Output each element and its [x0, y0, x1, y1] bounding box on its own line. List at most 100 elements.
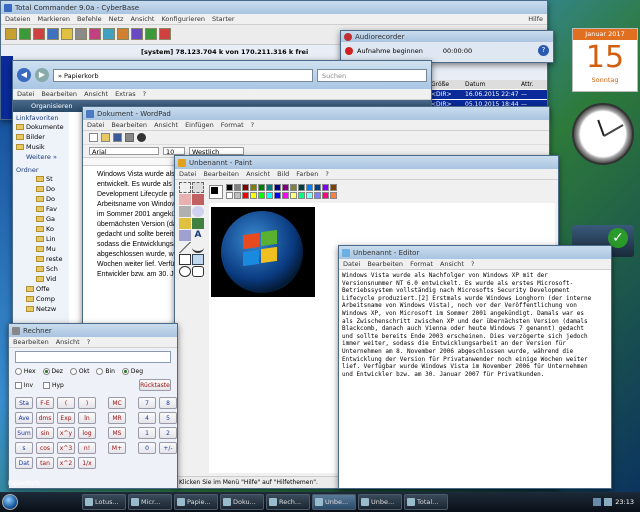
wordpad-menu-item[interactable]: Datei: [87, 121, 104, 129]
tc-menu-item[interactable]: Starter: [212, 15, 235, 23]
paint-menu-item[interactable]: Bearbeiten: [203, 170, 239, 178]
airbrush-tool-icon[interactable]: [179, 230, 191, 241]
toolbar-icon[interactable]: [19, 28, 31, 40]
wordpad-menu-item[interactable]: Einfügen: [185, 121, 214, 129]
taskbar-item[interactable]: Rech...: [266, 494, 310, 510]
paint-menu-item[interactable]: Farben: [296, 170, 318, 178]
folder-item[interactable]: Comp: [16, 294, 66, 304]
folder-item[interactable]: St: [36, 174, 66, 184]
calc-key[interactable]: x^2: [57, 457, 75, 469]
calc-key[interactable]: 7: [138, 397, 156, 409]
calc-key[interactable]: log: [78, 427, 96, 439]
address-bar[interactable]: » Papierkorb: [53, 68, 313, 82]
wordpad-menu-item[interactable]: ?: [251, 121, 254, 129]
tc-col-size[interactable]: Größe: [427, 81, 465, 88]
mode-hex[interactable]: Hex: [15, 368, 36, 375]
editor-menu-item[interactable]: Bearbeiten: [367, 260, 403, 268]
calc-key[interactable]: Sta: [15, 397, 33, 409]
editor-menu-item[interactable]: Format: [410, 260, 433, 268]
calc-menu-item[interactable]: Ansicht: [56, 338, 80, 346]
folders-label[interactable]: Ordner: [16, 166, 66, 174]
calc-key[interactable]: dms: [36, 412, 54, 424]
taskbar-item[interactable]: Unbe...: [358, 494, 402, 510]
calc-key[interactable]: x^3: [57, 442, 75, 454]
taskbar-item[interactable]: Papie...: [174, 494, 218, 510]
line-tool-icon[interactable]: [179, 242, 191, 253]
calc-key[interactable]: s: [15, 442, 33, 454]
toolbar-icon[interactable]: [145, 28, 157, 40]
inv-checkbox[interactable]: Inv: [15, 381, 33, 389]
nav-link[interactable]: Musik: [16, 142, 66, 152]
network-icon[interactable]: [593, 498, 602, 506]
calc-key[interactable]: M+: [108, 442, 126, 454]
calc-key[interactable]: cos: [36, 442, 54, 454]
toolbar-icon[interactable]: [159, 28, 171, 40]
paint-menu-item[interactable]: Datei: [179, 170, 196, 178]
mode-dec[interactable]: Dez: [42, 368, 63, 375]
nav-link[interactable]: Dokumente: [16, 122, 66, 132]
editor-menu-item[interactable]: ?: [471, 260, 474, 268]
wordpad-menu-item[interactable]: Format: [221, 121, 244, 129]
organize-button[interactable]: Organisieren: [31, 102, 73, 110]
find-icon[interactable]: [137, 133, 146, 142]
toolbar-icon[interactable]: [33, 28, 45, 40]
calc-key[interactable]: 0: [138, 442, 156, 454]
folder-item[interactable]: Lin: [36, 234, 66, 244]
folder-item[interactable]: Do: [36, 194, 66, 204]
back-icon[interactable]: ◀: [17, 68, 31, 82]
select-tool-icon[interactable]: [179, 182, 191, 193]
audiorecorder-window[interactable]: Audiorecorder Aufnahme beginnen 00:00:00…: [340, 30, 554, 63]
hyp-checkbox[interactable]: Hyp: [43, 381, 64, 389]
calc-key[interactable]: 4: [138, 412, 156, 424]
taskbar-item[interactable]: Doku...: [220, 494, 264, 510]
calc-key[interactable]: Ave: [15, 412, 33, 424]
tc-help-menu[interactable]: Hilfe: [528, 15, 543, 23]
clock-time[interactable]: 23:13: [615, 498, 634, 506]
calc-key[interactable]: 1/x: [78, 457, 96, 469]
calc-menu-item[interactable]: Bearbeiten: [13, 338, 49, 346]
tc-menu-item[interactable]: Netz: [109, 15, 124, 23]
calc-key[interactable]: Dat: [15, 457, 33, 469]
pencil-tool-icon[interactable]: [179, 218, 191, 229]
record-label[interactable]: Aufnahme beginnen: [357, 47, 423, 55]
calc-key[interactable]: 1: [138, 427, 156, 439]
calc-key[interactable]: ): [78, 397, 96, 409]
calc-key[interactable]: MC: [108, 397, 126, 409]
paint-menu-item[interactable]: Bild: [277, 170, 289, 178]
calc-key[interactable]: 8: [159, 397, 177, 409]
tc-menu-item[interactable]: Ansicht: [130, 15, 154, 23]
calc-key[interactable]: (: [57, 397, 75, 409]
folder-item[interactable]: Ko: [36, 224, 66, 234]
calc-key[interactable]: Sum: [15, 427, 33, 439]
calc-key[interactable]: 5: [159, 412, 177, 424]
explorer-menu-item[interactable]: Ansicht: [84, 90, 108, 98]
calc-key[interactable]: 2: [159, 427, 177, 439]
nav-link[interactable]: Bilder: [16, 132, 66, 142]
rounded-rect-tool-icon[interactable]: [192, 266, 204, 277]
toolbar-icon[interactable]: [117, 28, 129, 40]
taskbar-item[interactable]: Unbe...: [312, 494, 356, 510]
mode-deg[interactable]: Deg: [121, 368, 143, 375]
taskbar-item[interactable]: Micr...: [128, 494, 172, 510]
paint-menu-item[interactable]: ?: [325, 170, 328, 178]
backspace-button[interactable]: Rücktaste: [139, 379, 171, 391]
folder-item[interactable]: Vid: [36, 274, 66, 284]
toolbar-icon[interactable]: [47, 28, 59, 40]
editor-menu-item[interactable]: Ansicht: [440, 260, 464, 268]
rectangle-tool-icon[interactable]: [179, 254, 191, 265]
taskbar-item[interactable]: Lotus...: [82, 494, 126, 510]
folder-item[interactable]: reste: [36, 254, 66, 264]
polygon-tool-icon[interactable]: [192, 254, 204, 265]
recycle-bin-label[interactable]: Papierkorb: [8, 480, 40, 487]
new-icon[interactable]: [89, 133, 98, 142]
wordpad-menu-item[interactable]: Ansicht: [154, 121, 178, 129]
tc-menu-item[interactable]: Dateien: [5, 15, 30, 23]
editor-menu-item[interactable]: Datei: [343, 260, 360, 268]
tc-col-date[interactable]: Datum: [465, 81, 521, 88]
toolbar-icon[interactable]: [61, 28, 73, 40]
calc-key[interactable]: sin: [36, 427, 54, 439]
tc-menu-item[interactable]: Markieren: [37, 15, 69, 23]
tc-menu-item[interactable]: Konfigurieren: [161, 15, 205, 23]
print-icon[interactable]: [125, 133, 134, 142]
folder-item[interactable]: Netzw: [16, 304, 66, 314]
